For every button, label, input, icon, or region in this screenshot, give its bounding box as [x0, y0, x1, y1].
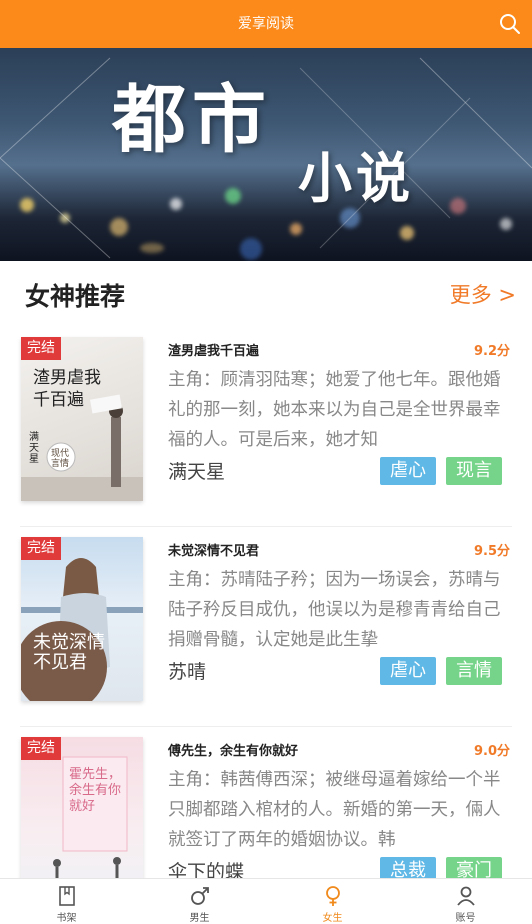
book-title[interactable]: 未觉深情不见君	[168, 540, 259, 559]
tab-label: 男生	[189, 913, 210, 924]
bookshelf-icon	[58, 886, 75, 906]
book-title[interactable]: 渣男虐我千百遍	[168, 340, 259, 359]
tab-account[interactable]: 账号	[399, 879, 532, 924]
book-tag[interactable]: 虐心	[380, 657, 436, 685]
banner-title-main: 都市	[112, 77, 272, 163]
account-icon	[456, 886, 475, 906]
status-badge: 完结	[21, 337, 61, 360]
cover-tag: 现代言情	[51, 449, 70, 469]
cover-illustration	[53, 756, 128, 892]
book-tag[interactable]: 现言	[446, 457, 502, 485]
status-badge: 完结	[21, 737, 61, 760]
tab-male[interactable]: 男生	[133, 879, 266, 924]
book-tag[interactable]: 言情	[446, 657, 502, 685]
banner[interactable]: 都市 小说	[0, 48, 532, 261]
cover-title: 霍先生，余生有你就好	[69, 767, 122, 814]
book-item[interactable]: 完结 渣男虐我千百遍 满天星 现代言情 渣男虐我千百遍 9.2分 主角：顾清羽陆…	[0, 327, 532, 527]
book-tag[interactable]: 虐心	[380, 457, 436, 485]
search-icon[interactable]	[498, 12, 522, 36]
tab-label: 账号	[455, 913, 476, 924]
app-title: 爱享阅读	[238, 16, 294, 32]
cover-title: 未觉深情不见君	[33, 632, 105, 673]
tab-label: 书架	[56, 913, 77, 924]
banner-title-sub: 小说	[298, 147, 414, 210]
tab-label: 女生	[322, 913, 343, 924]
cover-title: 渣男虐我千百遍	[33, 368, 101, 410]
book-score: 9.2分	[473, 344, 510, 359]
tab-bookshelf[interactable]: 书架	[0, 879, 133, 924]
cover-illustration	[21, 394, 143, 501]
status-badge: 完结	[21, 537, 61, 560]
book-cover[interactable]: 完结 渣男虐我千百遍 满天星 现代言情	[21, 337, 143, 501]
male-icon	[190, 887, 209, 905]
book-cover[interactable]: 完结 霍先生，余生有你就好	[21, 737, 143, 901]
bottom-tab-bar: 书架 男生 女生 账号	[0, 878, 532, 924]
book-author: 满天星	[168, 461, 226, 483]
book-score: 9.0分	[473, 744, 510, 759]
book-cover[interactable]: 完结 未觉深情不见君	[21, 537, 143, 701]
book-item[interactable]: 完结 未觉深情不见君 未觉深情不见君 9.5分 主角：苏晴陆子矜；因为一场误会，…	[0, 527, 532, 727]
section-title: 女神推荐	[25, 282, 126, 311]
cover-author: 满天星	[29, 432, 39, 465]
cover-illustration	[21, 558, 143, 701]
book-description: 主角：顾清羽陆寒；她爱了他七年。跟他婚礼的那一刻，她本来以为自己是全世界最幸福的…	[168, 370, 501, 450]
book-description: 主角：韩茜傅西深；被继母逼着嫁给一个半只脚都踏入棺材的人。新婚的第一天，倆人就签…	[168, 770, 501, 850]
top-bar: 爱享阅读	[0, 0, 532, 48]
book-score: 9.5分	[473, 544, 510, 559]
section-header: 女神推荐 更多 >	[0, 261, 532, 327]
female-icon	[325, 886, 340, 906]
tab-female[interactable]: 女生	[266, 879, 399, 924]
book-title[interactable]: 傅先生，余生有你就好	[168, 740, 298, 759]
book-description: 主角：苏晴陆子矜；因为一场误会，苏晴与陆子矜反目成仇，他误以为是穆青青给自己捐赠…	[168, 570, 501, 650]
more-link[interactable]: 更多 >	[450, 279, 516, 309]
book-author: 苏晴	[168, 661, 207, 683]
